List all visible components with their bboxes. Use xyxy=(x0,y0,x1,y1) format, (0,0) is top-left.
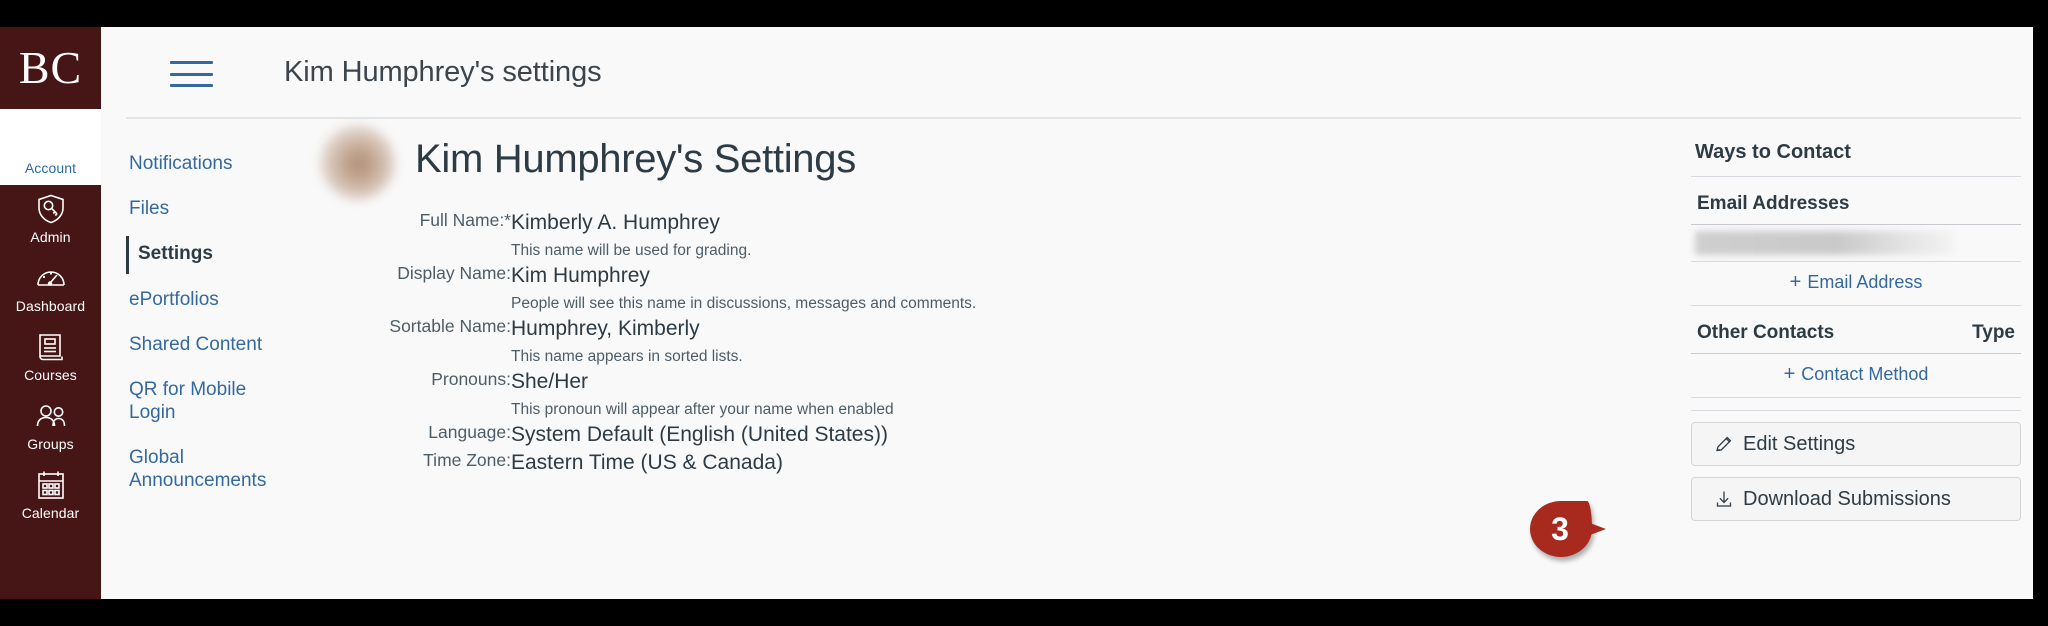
ways-to-contact-heading: Ways to Contact xyxy=(1691,119,2021,177)
global-nav-item-account[interactable]: Account xyxy=(0,109,101,185)
global-nav-item-calendar[interactable]: Calendar xyxy=(0,461,101,530)
settings-row-full-name: Full Name:* Kimberly A. Humphrey This na… xyxy=(320,209,976,262)
value-sortable-name: Humphrey, Kimberly xyxy=(511,316,700,340)
shield-key-icon xyxy=(34,192,68,226)
value-display-name: Kim Humphrey xyxy=(511,263,650,287)
section-navigation: Notifications Files Settings ePortfolios… xyxy=(101,119,296,504)
global-nav-item-courses[interactable]: Courses xyxy=(0,323,101,392)
other-contacts-header-row: Other Contacts Type xyxy=(1691,306,2021,354)
calendar-icon xyxy=(34,468,68,502)
value-full-name: Kimberly A. Humphrey xyxy=(511,211,720,234)
add-contact-method-label: Contact Method xyxy=(1801,364,1929,384)
settings-row-display-name: Display Name: Kim Humphrey People will s… xyxy=(320,262,976,315)
sidebar-item-qr-for-mobile-login[interactable]: QR for Mobile Login xyxy=(129,367,296,435)
global-nav-item-groups[interactable]: Groups xyxy=(0,392,101,461)
edit-settings-button[interactable]: Edit Settings xyxy=(1691,422,2021,466)
label-display-name: Display Name: xyxy=(397,262,511,283)
download-submissions-label: Download Submissions xyxy=(1743,487,1951,510)
hamburger-icon[interactable] xyxy=(170,61,213,87)
dashboard-gauge-icon xyxy=(34,261,68,295)
email-address-value-redacted xyxy=(1695,231,1953,255)
ways-to-contact-sidebar: Ways to Contact Email Addresses + Email A… xyxy=(1691,119,2021,521)
plus-icon: + xyxy=(1789,271,1802,293)
people-group-icon xyxy=(34,399,68,433)
label-pronouns: Pronouns: xyxy=(431,368,511,389)
hint-display-name: People will see this name in discussions… xyxy=(511,294,977,312)
sidebar-item-settings[interactable]: Settings xyxy=(126,231,296,276)
page-title: Kim Humphrey's settings xyxy=(284,56,602,88)
global-nav-label-dashboard: Dashboard xyxy=(15,298,86,314)
logo-text: BC xyxy=(18,42,83,93)
download-submissions-button[interactable]: Download Submissions xyxy=(1691,477,2021,521)
institution-logo[interactable]: BC xyxy=(0,27,101,109)
sidebar-item-eportfolios[interactable]: ePortfolios xyxy=(129,277,296,322)
sidebar-item-shared-content[interactable]: Shared Content xyxy=(129,322,296,367)
user-avatar-icon xyxy=(30,116,71,157)
label-sortable-name: Sortable Name: xyxy=(389,315,511,336)
global-nav-label-groups: Groups xyxy=(27,436,74,452)
label-language: Language: xyxy=(428,421,511,442)
plus-icon: + xyxy=(1783,363,1796,385)
add-email-address-button[interactable]: + Email Address xyxy=(1691,262,2021,306)
global-nav-label-account: Account xyxy=(24,160,77,176)
settings-row-language: Language: System Default (English (Unite… xyxy=(320,421,976,449)
value-language: System Default (English (United States)) xyxy=(511,422,888,446)
settings-row-sortable-name: Sortable Name: Humphrey, Kimberly This n… xyxy=(320,315,976,368)
main-content: Kim Humphrey's Settings Full Name:* Kimb… xyxy=(320,119,1640,476)
pencil-icon xyxy=(1714,434,1734,454)
book-icon xyxy=(34,330,68,364)
global-nav-item-dashboard[interactable]: Dashboard xyxy=(0,254,101,323)
hint-sortable-name: This name appears in sorted lists. xyxy=(511,347,743,365)
add-contact-method-button[interactable]: + Contact Method xyxy=(1691,354,2021,398)
edit-settings-label: Edit Settings xyxy=(1743,432,1856,455)
sidebar-item-files[interactable]: Files xyxy=(129,186,296,231)
other-contacts-heading: Other Contacts xyxy=(1697,322,1835,343)
download-icon xyxy=(1714,489,1734,509)
callout-number: 3 xyxy=(1551,510,1569,547)
hint-full-name: This name will be used for grading. xyxy=(511,241,752,259)
avatar[interactable] xyxy=(320,125,395,200)
value-time-zone: Eastern Time (US & Canada) xyxy=(511,450,783,474)
email-address-row[interactable] xyxy=(1691,225,2021,262)
settings-row-pronouns: Pronouns: She/Her This pronoun will appe… xyxy=(320,368,976,421)
value-pronouns: She/Her xyxy=(511,369,589,393)
sidebar-divider xyxy=(1691,410,2021,411)
global-nav-item-admin[interactable]: Admin xyxy=(0,185,101,254)
settings-row-time-zone: Time Zone: Eastern Time (US & Canada) xyxy=(320,449,976,477)
global-nav-label-calendar: Calendar xyxy=(21,505,80,521)
label-full-name: Full Name:* xyxy=(419,210,511,230)
sidebar-item-notifications[interactable]: Notifications xyxy=(129,141,296,186)
settings-title: Kim Humphrey's Settings xyxy=(415,137,856,181)
sidebar-item-global-announcements[interactable]: Global Announcements xyxy=(129,435,279,503)
add-email-address-label: Email Address xyxy=(1807,272,1923,292)
user-settings-table: Full Name:* Kimberly A. Humphrey This na… xyxy=(320,209,976,476)
app-frame: BC Account Admin Dashboard Courses Group… xyxy=(0,27,2033,599)
other-contacts-type-heading: Type xyxy=(1972,322,2015,343)
page-header: Kim Humphrey's settings xyxy=(101,27,2033,119)
global-nav-label-courses: Courses xyxy=(24,367,77,383)
profile-header: Kim Humphrey's Settings xyxy=(320,119,1640,205)
global-navigation: BC Account Admin Dashboard Courses Group… xyxy=(0,27,101,599)
callout-badge-3: 3 xyxy=(1530,501,1640,557)
label-time-zone: Time Zone: xyxy=(423,449,511,470)
hint-pronouns: This pronoun will appear after your name… xyxy=(511,400,894,418)
global-nav-label-admin: Admin xyxy=(30,229,71,245)
email-addresses-heading: Email Addresses xyxy=(1691,177,2021,225)
